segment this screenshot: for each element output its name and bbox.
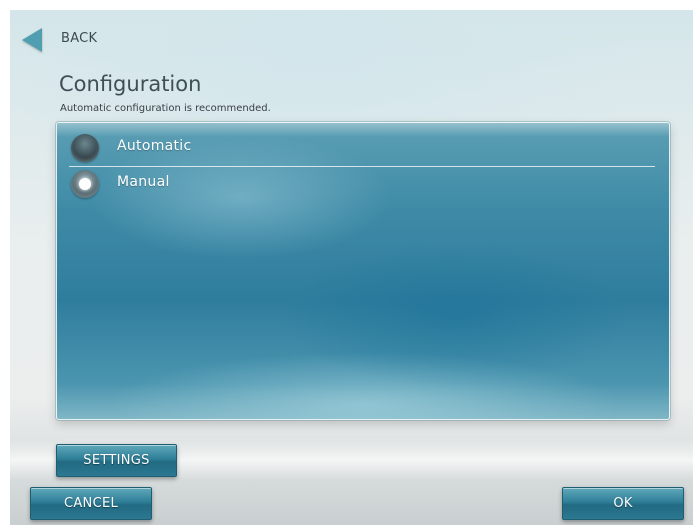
radio-button-manual[interactable] [71, 170, 99, 198]
page-title: Configuration [59, 72, 202, 96]
radio-button-automatic[interactable] [71, 134, 99, 162]
option-manual[interactable]: Manual [69, 168, 655, 200]
page-subtitle: Automatic configuration is recommended. [60, 103, 271, 114]
cancel-button[interactable]: CANCEL [30, 487, 152, 520]
option-label-automatic: Automatic [117, 138, 192, 154]
option-automatic[interactable]: Automatic [69, 132, 655, 167]
ok-button[interactable]: OK [562, 487, 684, 520]
settings-button[interactable]: SETTINGS [56, 444, 177, 477]
configuration-screen: BACK Configuration Automatic configurati… [10, 10, 693, 525]
configuration-options-panel: Automatic Manual [56, 122, 670, 420]
back-arrow-icon[interactable] [22, 28, 42, 52]
back-button[interactable]: BACK [61, 31, 97, 46]
option-label-manual: Manual [117, 174, 170, 190]
